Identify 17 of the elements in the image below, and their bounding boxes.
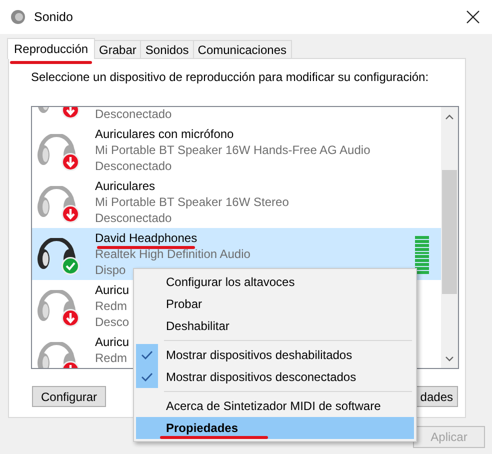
device-description: Realtek High Definition Audio [95,246,250,262]
device-status: Desconectado [95,210,172,226]
device-name: Auricu [95,334,130,350]
device-status: Desconectado [95,107,172,122]
device-status: Desconectado [95,158,172,174]
window-title: Sonido [34,10,74,24]
device-name: Auricu [95,282,130,298]
device-description: Redm [95,298,128,314]
device-description: Mi Portable BT Speaker 16W Hands-Free AG Audio [95,142,370,158]
device-status: Desco [95,314,130,330]
device-description: Redm [95,350,128,366]
device-name: Auriculares [95,178,156,194]
device-name: David Headphones [95,230,198,246]
device-status: Dispo [95,262,126,278]
device-name: Auriculares con micrófono [95,126,234,142]
instruction-text: Seleccione un dispositivo de reproducción para modificar su configuración: [31,69,429,85]
device-description: Mi Portable BT Speaker 16W Stereo [95,194,289,210]
